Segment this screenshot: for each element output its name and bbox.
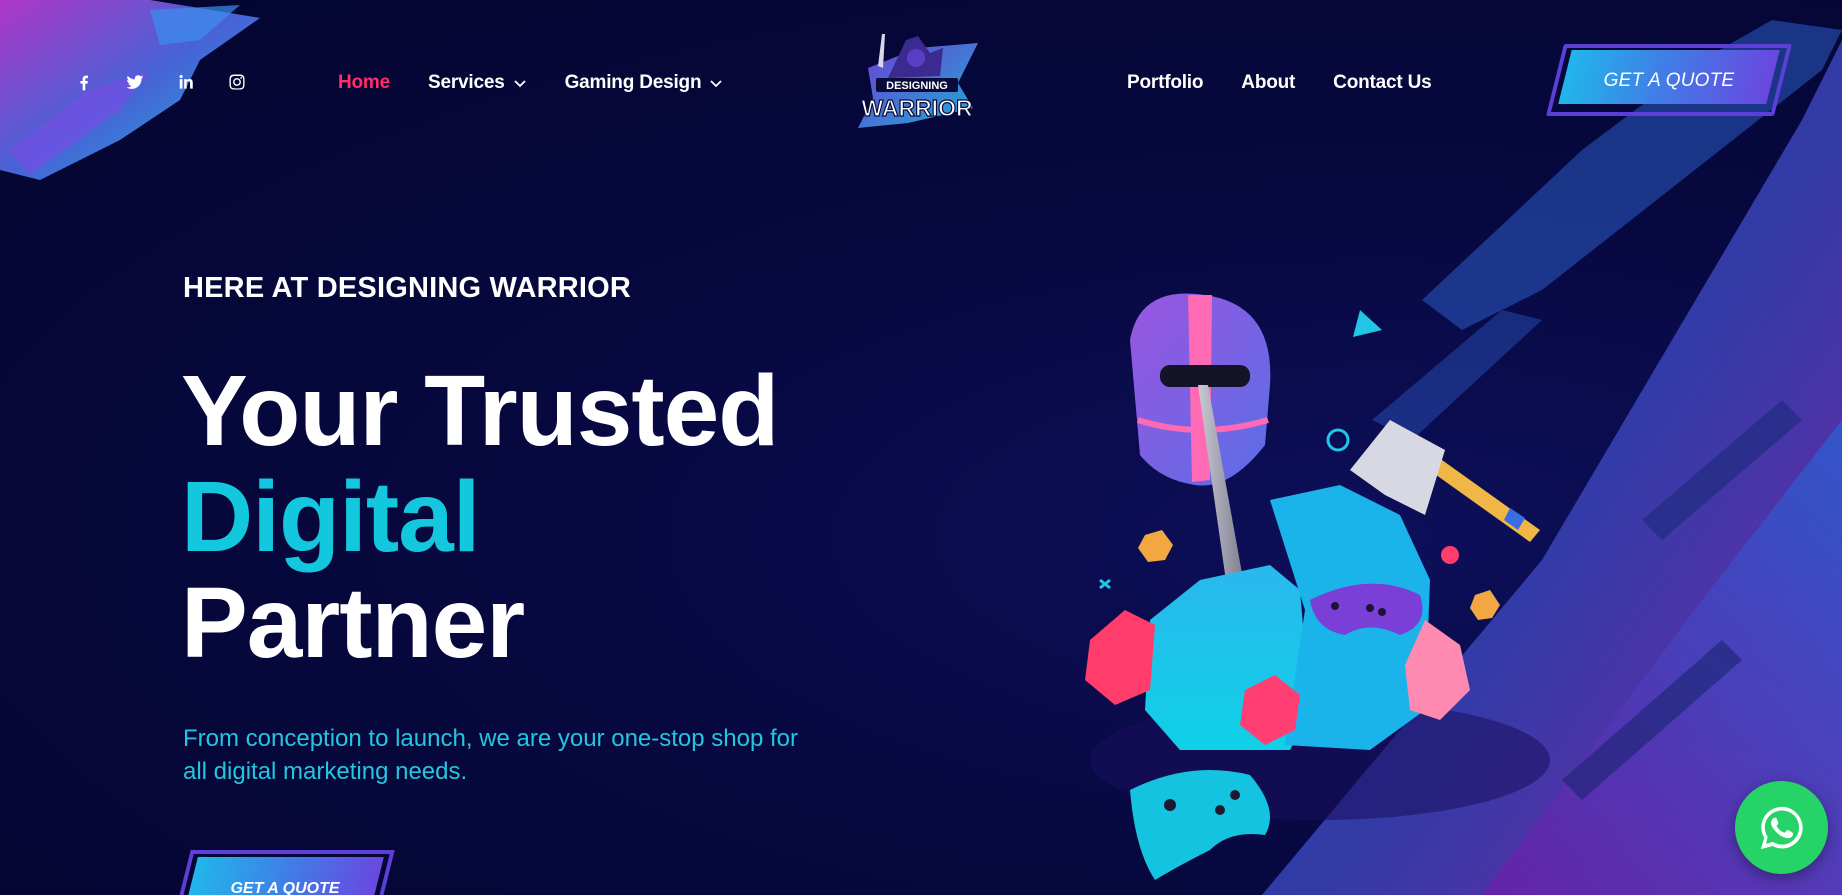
nav-home[interactable]: Home <box>338 72 390 94</box>
chevron-down-icon <box>710 80 722 88</box>
facebook-icon[interactable] <box>72 70 96 94</box>
instagram-icon[interactable] <box>225 70 249 94</box>
hero-title-line3: Partner <box>181 567 525 679</box>
plus-shape <box>1099 578 1111 590</box>
nav-contact-us[interactable]: Contact Us <box>1333 72 1431 94</box>
nav-services[interactable]: Services <box>428 72 527 94</box>
nav-portfolio[interactable]: Portfolio <box>1127 72 1203 94</box>
site-logo[interactable]: DESIGNING WARRIOR <box>848 28 986 140</box>
get-a-quote-button-hero[interactable]: GET A QUOTE <box>175 850 395 895</box>
gem-left <box>1085 610 1155 705</box>
chevron-down-icon <box>513 80 526 88</box>
social-links <box>72 70 249 94</box>
primary-nav-right: Portfolio About Contact Us <box>1127 72 1432 94</box>
hero-subtext: From conception to launch, we are your o… <box>183 725 798 785</box>
dot-shape <box>1441 546 1459 564</box>
landing-page: Home Services Gaming Design DESIGNING WA… <box>0 0 1842 895</box>
get-a-quote-label: GET A QUOTE <box>1603 70 1735 91</box>
nav-about[interactable]: About <box>1241 72 1295 94</box>
nav-gaming-design-label: Gaming Design <box>564 72 702 93</box>
triangle-shape <box>1353 310 1382 337</box>
whatsapp-button[interactable] <box>1735 781 1828 874</box>
logo-line1: DESIGNING <box>886 80 948 92</box>
nav-services-label: Services <box>428 72 505 93</box>
linkedin-icon[interactable] <box>174 70 198 94</box>
primary-nav-left: Home Services Gaming Design <box>338 72 723 94</box>
hero-title: Your Trusted Digital Partner <box>181 355 779 679</box>
ring-shape <box>1326 428 1350 452</box>
hexagon-shape-right <box>1470 590 1500 620</box>
hexagon-shape <box>1138 530 1173 562</box>
nav-portfolio-label: Portfolio <box>1127 72 1204 93</box>
get-a-quote-label: GET A QUOTE <box>230 880 340 895</box>
nav-about-label: About <box>1241 72 1296 93</box>
hero-title-line1: Your Trusted <box>181 355 779 467</box>
get-a-quote-button-header[interactable]: GET A QUOTE <box>1546 44 1792 116</box>
twitter-icon[interactable] <box>123 70 147 94</box>
nav-home-label: Home <box>338 72 390 93</box>
controller-teal <box>1130 770 1270 880</box>
nav-gaming-design[interactable]: Gaming Design <box>565 72 724 94</box>
decorative-brush-top-left <box>0 0 260 180</box>
hero-eyebrow: HERE AT DESIGNING WARRIOR <box>183 272 632 304</box>
logo-line2: WARRIOR <box>861 95 973 121</box>
hero-title-line2: Digital <box>181 461 481 573</box>
gaming-illustration <box>1085 293 1550 880</box>
nav-contact-us-label: Contact Us <box>1333 72 1432 93</box>
whatsapp-icon <box>1760 806 1803 849</box>
